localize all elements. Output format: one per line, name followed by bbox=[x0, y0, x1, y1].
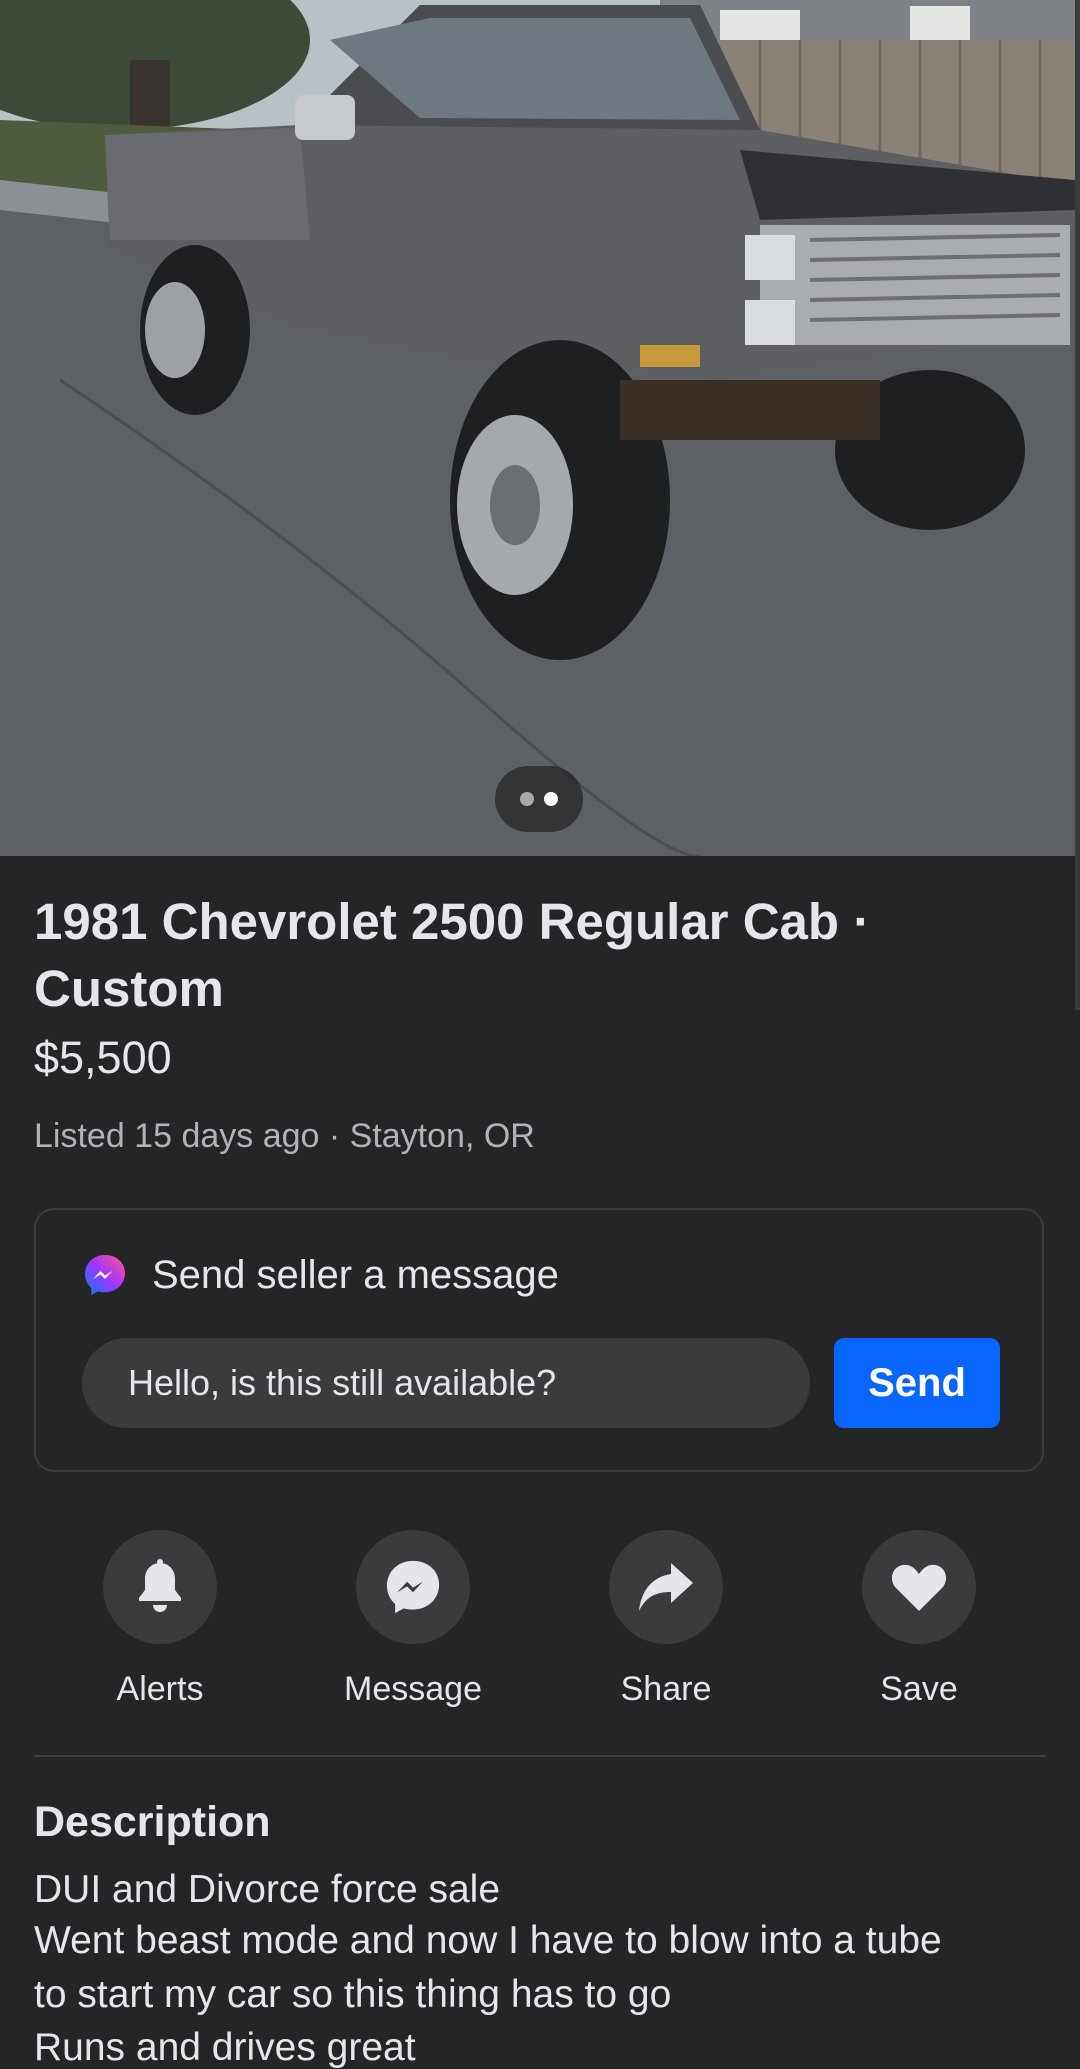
message-button[interactable] bbox=[356, 1530, 470, 1644]
share-label: Share bbox=[620, 1670, 712, 1708]
bell-icon bbox=[139, 1559, 181, 1612]
listing-photo[interactable] bbox=[0, 0, 1080, 856]
description-line-1: DUI and Divorce force sale bbox=[34, 1868, 501, 1911]
description-line-4: Runs and drives great bbox=[34, 2026, 416, 2069]
alerts-label: Alerts bbox=[116, 1670, 204, 1708]
save-button[interactable] bbox=[862, 1530, 976, 1644]
messenger-gradient-icon bbox=[85, 1255, 125, 1295]
send-message-card: Send seller a message Hello, is this sti… bbox=[34, 1208, 1044, 1472]
heart-icon bbox=[891, 1564, 947, 1611]
share-action[interactable]: Share bbox=[566, 1530, 766, 1709]
save-label: Save bbox=[880, 1670, 958, 1708]
photo-pagination-indicator[interactable] bbox=[495, 766, 583, 832]
send-message-heading: Send seller a message bbox=[152, 1252, 559, 1297]
description-line-3: to start my car so this thing has to go bbox=[34, 1973, 672, 2016]
save-action[interactable]: Save bbox=[819, 1530, 1019, 1709]
alerts-button[interactable] bbox=[103, 1530, 217, 1644]
pagination-dot-2-active[interactable] bbox=[544, 792, 558, 806]
share-arrow-icon bbox=[639, 1563, 693, 1611]
listing-price: $5,500 bbox=[34, 1032, 172, 1083]
messenger-icon bbox=[386, 1560, 440, 1614]
marketplace-listing-page: 1981 Chevrolet 2500 Regular Cab · Custom… bbox=[0, 0, 1080, 2069]
section-divider bbox=[34, 1755, 1046, 1757]
send-message-header: Send seller a message bbox=[82, 1252, 559, 1298]
description-line-2: Went beast mode and now I have to blow i… bbox=[34, 1919, 942, 1962]
listing-meta: Listed 15 days ago · Stayton, OR bbox=[34, 1117, 535, 1155]
message-input[interactable]: Hello, is this still available? bbox=[82, 1338, 810, 1428]
description-heading: Description bbox=[34, 1798, 271, 1846]
share-button[interactable] bbox=[609, 1530, 723, 1644]
right-edge-divider bbox=[1075, 0, 1080, 1010]
truck-photo-illustration bbox=[0, 0, 1080, 856]
listing-title: 1981 Chevrolet 2500 Regular Cab · Custom bbox=[34, 893, 871, 1017]
message-label: Message bbox=[344, 1670, 482, 1708]
pagination-dot-1[interactable] bbox=[520, 792, 534, 806]
alerts-action[interactable]: Alerts bbox=[60, 1530, 260, 1709]
message-action[interactable]: Message bbox=[313, 1530, 513, 1709]
send-button[interactable]: Send bbox=[834, 1338, 1000, 1428]
